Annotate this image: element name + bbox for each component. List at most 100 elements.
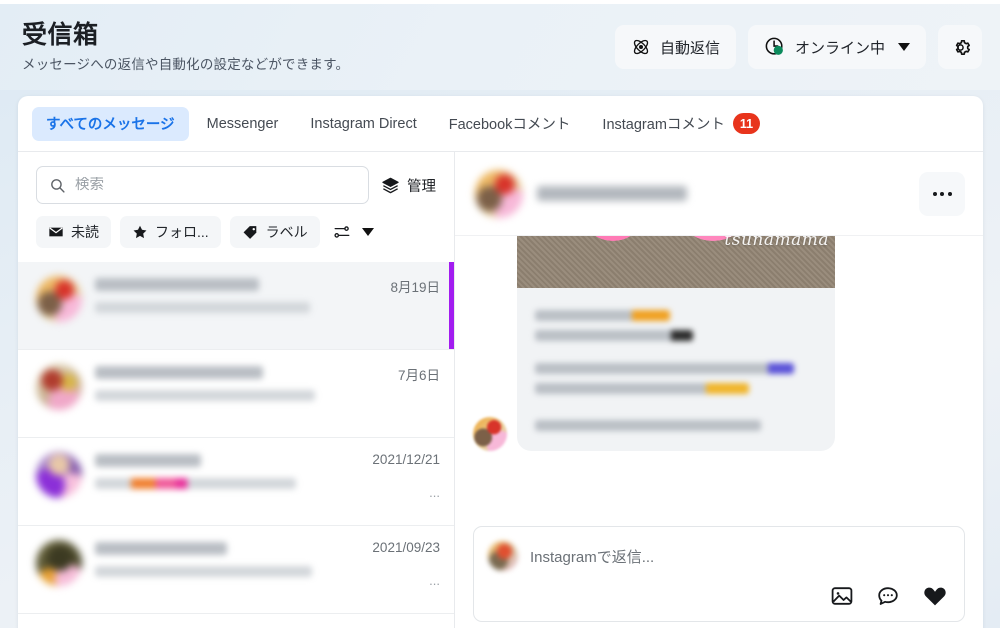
filter-label-text: ラベル — [265, 224, 308, 240]
tab-label: Instagram Direct — [310, 115, 417, 132]
page-title: 受信箱 — [22, 20, 99, 49]
composer-actions — [488, 583, 948, 609]
more-dot — [940, 191, 944, 196]
sort-options-button[interactable] — [329, 223, 374, 241]
online-status-label: オンライン中 — [794, 39, 885, 57]
auto-reply-label: 自動返信 — [659, 39, 720, 57]
list-item-meta: 2021/09/23 ... — [372, 540, 440, 588]
more-options-button[interactable] — [919, 171, 965, 216]
tab-instagram-direct[interactable]: Instagram Direct — [296, 107, 430, 141]
tab-instagram-comments[interactable]: Instagramコメント 11 — [588, 107, 774, 141]
avatar — [36, 540, 82, 586]
app-root: 受信箱 メッセージへの返信や自動化の設定などができます。 自動返信 オンライン中… — [0, 0, 1000, 628]
message-line — [535, 310, 671, 321]
image-watermark: tsunamama — [724, 236, 829, 250]
list-item-preview — [95, 302, 310, 313]
list-item-name — [95, 454, 201, 467]
tab-facebook-comments[interactable]: Facebookコメント — [435, 107, 585, 141]
message-avatar — [473, 417, 507, 451]
list-item-meta: 8月19日 — [390, 276, 440, 314]
tab-all-messages[interactable]: すべてのメッセージ — [32, 106, 189, 141]
envelope-icon — [48, 224, 64, 240]
more-dot — [932, 191, 937, 196]
manage-button[interactable]: 管理 — [381, 175, 440, 196]
star-icon — [132, 224, 148, 240]
inbox-card: すべてのメッセージ Messenger Instagram Direct Fac… — [18, 96, 983, 628]
composer-top: Instagramで返信... — [488, 541, 948, 571]
search-box[interactable] — [36, 166, 369, 204]
heart-icon[interactable] — [922, 583, 948, 609]
list-item-preview — [95, 390, 316, 401]
avatar — [475, 169, 523, 218]
message-line — [535, 383, 750, 394]
list-item-text — [95, 364, 385, 401]
tab-label: Instagramコメント — [602, 117, 725, 133]
conversation-panel: tsunamama Instagramで返信... — [455, 152, 983, 628]
unread-badge: 11 — [732, 113, 761, 134]
conversation-list-panel: 管理 未読 — [18, 152, 455, 628]
tab-label: すべてのメッセージ — [46, 117, 175, 133]
page-header: 受信箱 メッセージへの返信や自動化の設定などができます。 自動返信 オンライン中 — [0, 4, 1000, 90]
conversation-list[interactable]: 8月19日 7月6日 2021/12/21 ... 2021/09/23 ... — [18, 262, 454, 628]
filter-follow[interactable]: フォロ... — [120, 216, 221, 248]
list-item-truncation: ... — [429, 485, 440, 500]
list-item-meta: 2021/12/21 ... — [372, 452, 440, 500]
image-icon[interactable] — [830, 584, 854, 608]
message-row: tsunamama — [473, 236, 835, 451]
message-line — [535, 363, 795, 374]
online-status-button[interactable]: オンライン中 — [747, 25, 926, 69]
filter-label: 未読 — [71, 224, 99, 240]
message-line — [535, 420, 761, 431]
avatar — [36, 452, 82, 498]
filter-label[interactable]: ラベル — [229, 216, 320, 248]
list-item-text — [95, 276, 377, 313]
composer-wrapper: Instagramで返信... — [455, 516, 983, 628]
composer-avatar — [488, 541, 518, 571]
list-item[interactable]: 8月19日 — [18, 262, 454, 350]
list-item-date: 2021/09/23 — [372, 540, 440, 555]
search-icon — [49, 177, 66, 194]
gear-icon — [950, 37, 971, 58]
conversation-header — [455, 152, 983, 236]
list-item-name — [95, 366, 264, 379]
filter-unread[interactable]: 未読 — [36, 216, 111, 248]
manage-label: 管理 — [407, 178, 436, 195]
message-thread[interactable]: tsunamama — [455, 236, 983, 516]
tab-label: Facebookコメント — [448, 117, 571, 133]
tab-messenger[interactable]: Messenger — [193, 107, 293, 141]
sliders-icon — [333, 223, 351, 241]
atom-icon — [631, 37, 651, 57]
tag-icon — [242, 224, 259, 241]
list-item[interactable]: 2021/09/23 ... — [18, 526, 454, 614]
tab-bar: すべてのメッセージ Messenger Instagram Direct Fac… — [18, 96, 983, 152]
message-line — [535, 330, 693, 341]
list-item-date: 7月6日 — [397, 368, 440, 383]
message-text — [517, 288, 835, 451]
list-item-meta: 7月6日 — [398, 364, 440, 402]
list-item-name — [95, 278, 259, 291]
search-row: 管理 — [18, 152, 454, 204]
message-bubble: tsunamama — [517, 236, 835, 451]
auto-reply-button[interactable]: 自動返信 — [614, 25, 736, 69]
more-dot — [947, 191, 952, 196]
tab-label: Messenger — [206, 115, 279, 132]
list-item[interactable]: 7月6日 — [18, 350, 454, 438]
avatar — [36, 276, 82, 322]
avatar — [36, 364, 82, 410]
conversation-contact-name — [537, 186, 687, 201]
quick-reply-icon[interactable] — [876, 584, 900, 608]
list-item-preview — [95, 478, 296, 489]
reply-input-placeholder[interactable]: Instagramで返信... — [530, 546, 654, 567]
filter-chips: 未読 フォロ... ラベル — [18, 204, 454, 262]
list-item-date: 2021/12/21 — [372, 452, 440, 467]
search-input[interactable] — [75, 177, 356, 193]
header-actions: 自動返信 オンライン中 — [614, 25, 982, 69]
settings-button[interactable] — [938, 25, 982, 69]
reply-composer[interactable]: Instagramで返信... — [473, 526, 965, 622]
list-item[interactable]: 2021/12/21 ... — [18, 438, 454, 526]
list-item-text — [95, 452, 359, 489]
chevron-down-icon — [898, 43, 910, 51]
layers-icon — [381, 176, 400, 195]
header-titles: 受信箱 メッセージへの返信や自動化の設定などができます。 — [22, 21, 615, 74]
list-item-text — [95, 540, 359, 577]
